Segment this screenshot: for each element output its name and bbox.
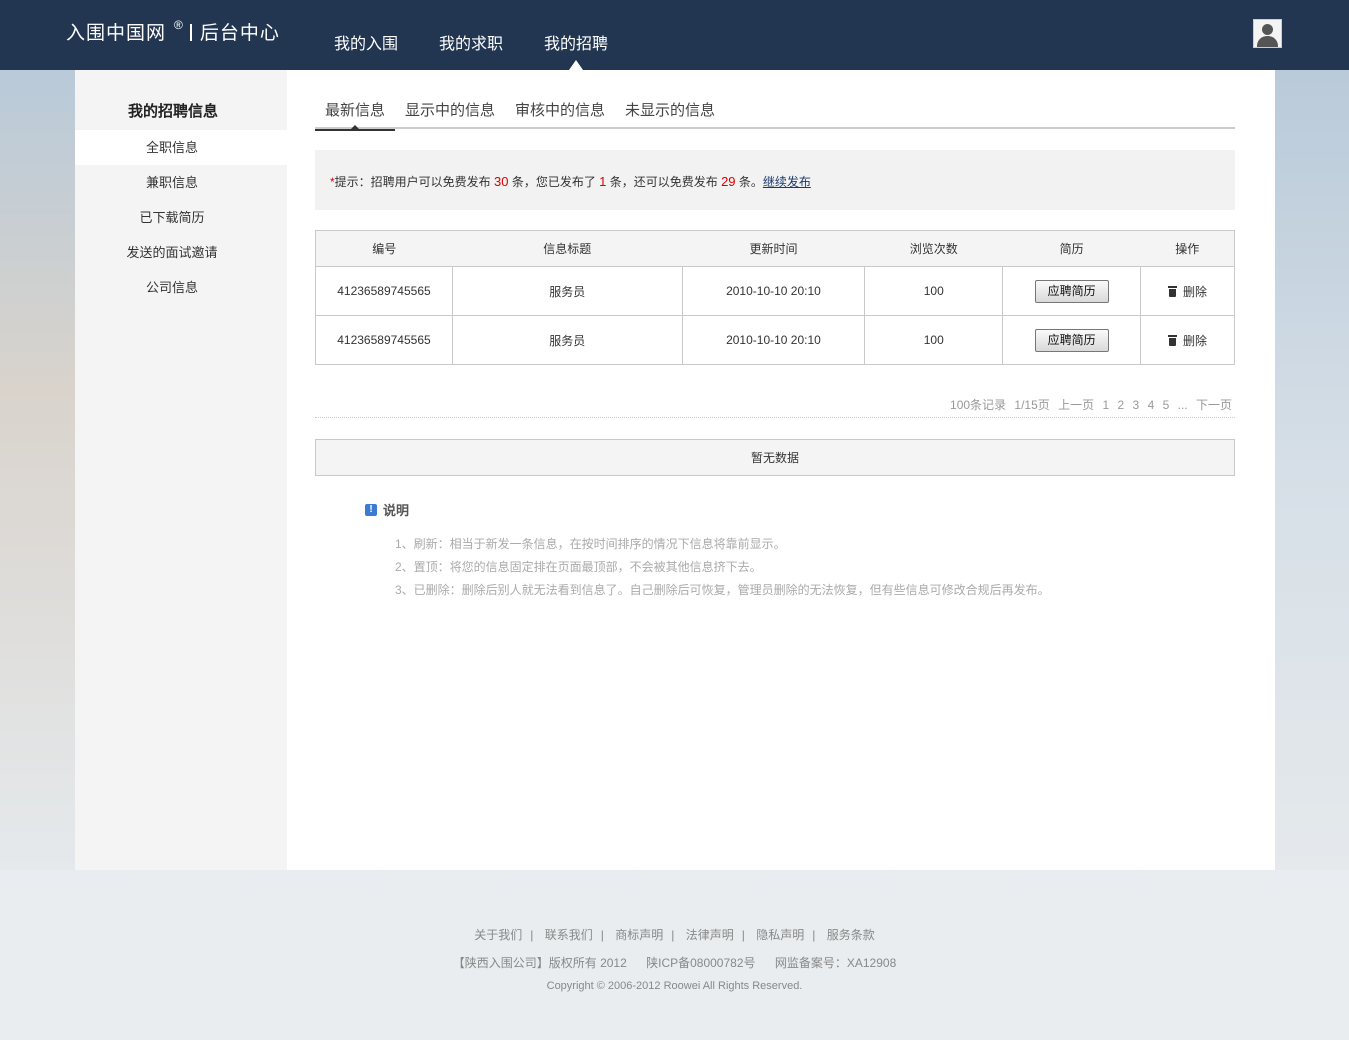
col-action: 操作 — [1140, 230, 1235, 267]
sidebar-item-parttime[interactable]: 兼职信息 — [75, 165, 287, 200]
cell-views: 100 — [864, 266, 1004, 316]
copyright-en: Copyright © 2006-2012 Roowei All Rights … — [546, 980, 803, 992]
footer-link-about[interactable]: 关于我们 — [474, 928, 522, 942]
delete-label: 删除 — [1183, 284, 1208, 299]
page-link-2[interactable]: 2 — [1118, 398, 1125, 412]
info-icon: ! — [365, 503, 377, 516]
footer-link-terms[interactable]: 服务条款 — [827, 928, 875, 942]
explanation-list: 1、刷新：相当于新发一条信息，在按时间排序的情况下信息将靠前显示。 2、置顶：将… — [365, 533, 1225, 602]
footer: 关于我们 | 联系我们 | 商标声明 | 法律声明 | 隐私声明 | 服务条款 【陕西入围… — [0, 926, 1349, 992]
background-right — [1275, 70, 1349, 870]
continue-publish-link[interactable]: 继续发布 — [763, 175, 811, 189]
copyright-cn: 【陕西入围公司】版权所有 2012 — [452, 956, 627, 970]
col-id: 编号 — [315, 230, 453, 267]
footer-link-legal[interactable]: 法律声明 — [686, 928, 734, 942]
cell-time: 2010-10-10 20:10 — [681, 266, 866, 316]
cell-views: 100 — [864, 315, 1004, 365]
page-indicator: 1/15页 — [1014, 398, 1050, 412]
tab-showing[interactable]: 显示中的信息 — [395, 100, 505, 129]
explanation-section: ! 说明 1、刷新：相当于新发一条信息，在按时间排序的情况下信息将靠前显示。 2… — [365, 500, 1225, 602]
remaining-count: 29 — [721, 174, 736, 189]
delete-button[interactable]: 删除 — [1168, 332, 1207, 349]
icp-record: 陕ICP备08000782号 — [646, 956, 756, 970]
nav-item-my-ruwei[interactable]: 我的入围 — [334, 30, 398, 54]
footer-link-trademark[interactable]: 商标声明 — [615, 928, 663, 942]
notice-box: *提示：招聘用户可以免费发布 30 条，您已发布了 1 条，还可以免费发布 29… — [315, 150, 1235, 210]
page-link-4[interactable]: 4 — [1148, 398, 1155, 412]
logo[interactable]: 入围中国网 ® 后台中心 — [66, 18, 280, 45]
list-item: 2、置顶：将您的信息固定排在页面最顶部，不会被其他信息挤下去。 — [395, 560, 762, 574]
table-row: 41236589745565 服务员 2010-10-10 20:10 100 … — [315, 266, 1235, 316]
list-item: 1、刷新：相当于新发一条信息，在按时间排序的情况下信息将靠前显示。 — [395, 537, 786, 551]
top-bar: 入围中国网 ® 后台中心 我的入围 我的求职 我的招聘 — [0, 0, 1349, 70]
table-header: 编号 信息标题 更新时间 浏览次数 简历 操作 — [315, 230, 1235, 267]
col-resume: 简历 — [1002, 230, 1141, 267]
explanation-title: ! 说明 — [365, 500, 1225, 519]
logo-divider — [189, 24, 192, 41]
trash-icon — [1168, 285, 1178, 297]
col-title: 信息标题 — [452, 230, 683, 267]
sidebar-item-interview-invites[interactable]: 发送的面试邀请 — [75, 235, 287, 270]
sidebar-menu: 全职信息 兼职信息 已下载简历 发送的面试邀请 公司信息 — [75, 130, 287, 305]
nav-item-my-recruitment[interactable]: 我的招聘 — [544, 30, 608, 70]
pagination: 100条记录 1/15页 上一页 1 2 3 4 5 ... 下一页 — [315, 396, 1235, 418]
footer-link-privacy[interactable]: 隐私声明 — [756, 928, 804, 942]
view-resumes-button[interactable]: 应聘简历 — [1034, 328, 1109, 352]
delete-button[interactable]: 删除 — [1168, 283, 1207, 300]
prev-page-link[interactable]: 上一页 — [1058, 398, 1094, 412]
logo-subtitle: 后台中心 — [199, 23, 280, 44]
trash-icon — [1168, 334, 1178, 346]
col-views: 浏览次数 — [864, 230, 1003, 267]
col-time: 更新时间 — [682, 230, 865, 267]
footer-links: 关于我们 | 联系我们 | 商标声明 | 法律声明 | 隐私声明 | 服务条款 — [474, 928, 875, 942]
next-page-link[interactable]: 下一页 — [1196, 398, 1232, 412]
sidebar-title: 我的招聘信息 — [127, 103, 218, 120]
list-item: 3、已删除：删除后别人就无法看到信息了。自己删除后可恢复，管理员删除的无法恢复，… — [395, 583, 1050, 597]
content-container: 我的招聘信息 全职信息 兼职信息 已下载简历 发送的面试邀请 公司信息 最新信息… — [75, 70, 1275, 870]
sidebar-item-fulltime[interactable]: 全职信息 — [75, 130, 287, 165]
tab-bar: 最新信息 显示中的信息 审核中的信息 未显示的信息 — [315, 100, 1235, 131]
logo-text: 入围中国网 — [66, 23, 167, 44]
tab-reviewing[interactable]: 审核中的信息 — [505, 100, 615, 129]
cell-time: 2010-10-10 20:10 — [681, 315, 866, 365]
footer-link-contact[interactable]: 联系我们 — [545, 928, 593, 942]
user-avatar-icon[interactable] — [1253, 19, 1282, 48]
page-link-5[interactable]: 5 — [1163, 398, 1170, 412]
sidebar: 我的招聘信息 全职信息 兼职信息 已下载简历 发送的面试邀请 公司信息 — [75, 70, 287, 870]
no-data-bar: 暂无数据 — [315, 439, 1235, 476]
page-link-3[interactable]: 3 — [1133, 398, 1140, 412]
job-table: 编号 信息标题 更新时间 浏览次数 简历 操作 41236589745565 服… — [315, 230, 1235, 365]
record-count: 100条记录 — [950, 398, 1007, 412]
table-row: 41236589745565 服务员 2010-10-10 20:10 100 … — [315, 315, 1235, 365]
sidebar-item-company-info[interactable]: 公司信息 — [75, 270, 287, 305]
registered-mark: ® — [174, 18, 184, 32]
cell-id: 41236589745565 — [315, 266, 453, 316]
cell-title: 服务员 — [451, 315, 683, 365]
main-nav: 我的入围 我的求职 我的招聘 — [334, 30, 649, 70]
footer-legal-info: 【陕西入围公司】版权所有 2012 陕ICP备08000782号 网监备案号：X… — [0, 954, 1349, 971]
view-resumes-button[interactable]: 应聘简历 — [1034, 279, 1109, 303]
background-left — [0, 70, 75, 870]
page-link-1[interactable]: 1 — [1102, 398, 1109, 412]
tab-latest[interactable]: 最新信息 — [315, 100, 396, 131]
tab-hidden[interactable]: 未显示的信息 — [615, 100, 725, 129]
sidebar-item-downloaded-resumes[interactable]: 已下载简历 — [75, 200, 287, 235]
police-record: 网监备案号：XA12908 — [774, 956, 897, 970]
free-quota: 30 — [494, 174, 509, 189]
cell-id: 41236589745565 — [315, 315, 453, 365]
cell-title: 服务员 — [451, 266, 683, 316]
page-ellipsis: ... — [1177, 398, 1188, 412]
nav-item-my-job-search[interactable]: 我的求职 — [439, 30, 503, 54]
delete-label: 删除 — [1183, 333, 1208, 348]
